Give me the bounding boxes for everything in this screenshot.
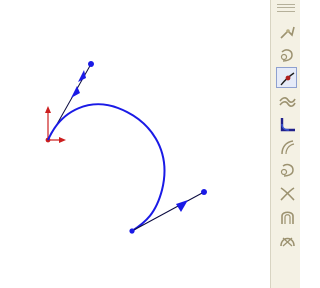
- start-tangent-arrow: [71, 86, 80, 98]
- spline-edit-icon: [280, 26, 295, 39]
- tangent-control-icon: [280, 72, 295, 86]
- sketch-toolbar: [270, 0, 300, 288]
- drawing-canvas[interactable]: [0, 0, 270, 288]
- sketch-svg[interactable]: [0, 0, 270, 288]
- tool-button-arch[interactable]: [276, 205, 297, 226]
- spline-add-point-icon: [280, 163, 294, 177]
- tool-button-spline-edit[interactable]: [276, 21, 297, 42]
- end-tangent-handle[interactable]: [129, 189, 207, 234]
- arc-tangent-icon: [281, 140, 295, 155]
- origin-x-arrow: [59, 137, 66, 143]
- corner-curve-icon: [280, 118, 295, 132]
- tool-button-arch-cross[interactable]: [276, 228, 297, 249]
- end-tangent-endpoint[interactable]: [201, 189, 207, 195]
- tool-button-tangent-control[interactable]: [276, 67, 297, 88]
- arch-icon: [281, 211, 294, 224]
- end-tangent-arrow: [176, 200, 188, 212]
- origin-y-arrow: [45, 106, 51, 113]
- tool-button-arc-tangent[interactable]: [276, 136, 297, 157]
- tool-button-wave-curve[interactable]: [276, 90, 297, 111]
- cross-curve-icon: [280, 187, 295, 201]
- arch-cross-icon: [280, 237, 295, 247]
- spline-end-point[interactable]: [129, 228, 135, 234]
- start-tangent-endpoint[interactable]: [88, 61, 94, 67]
- tool-button-spline-add-point[interactable]: [276, 159, 297, 180]
- tool-button-corner-curve[interactable]: [276, 113, 297, 134]
- tool-button-spline-point[interactable]: [276, 44, 297, 65]
- toolbar-grip[interactable]: [277, 4, 295, 12]
- spline-point-icon: [280, 49, 293, 62]
- spline-curve[interactable]: [47, 103, 166, 232]
- wave-curve-icon: [279, 97, 296, 107]
- tool-button-cross-curve[interactable]: [276, 182, 297, 203]
- end-tangent-line: [131, 191, 205, 232]
